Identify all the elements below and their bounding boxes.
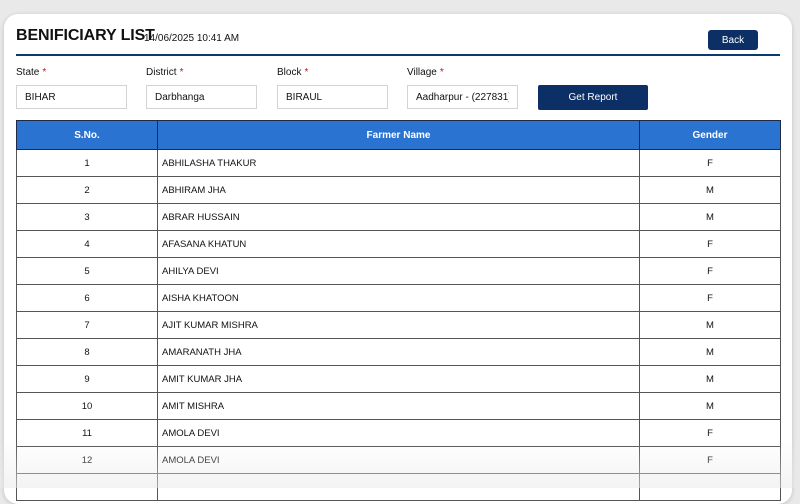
block-required-mark: * — [304, 67, 309, 78]
village-label-text: Village — [407, 67, 437, 78]
column-header-gender[interactable]: Gender — [639, 120, 781, 150]
cell-sno — [16, 473, 158, 501]
table-row[interactable]: 3 ABRAR HUSSAIN M — [16, 203, 781, 231]
table-row[interactable]: 12 AMOLA DEVI F — [16, 446, 781, 474]
cell-gender: F — [639, 284, 781, 312]
district-field[interactable] — [146, 85, 257, 109]
district-required-mark: * — [179, 67, 184, 78]
cell-gender: F — [639, 419, 781, 447]
page-title: BENIFICIARY LIST — [16, 27, 155, 44]
cell-sno: 3 — [16, 203, 158, 231]
table-row[interactable]: 11 AMOLA DEVI F — [16, 419, 781, 447]
village-required-mark: * — [439, 67, 444, 78]
district-label-text: District — [146, 67, 177, 78]
cell-sno: 4 — [16, 230, 158, 258]
cell-farmer-name: AMOLA DEVI — [157, 446, 640, 474]
village-label: Village * — [407, 67, 444, 78]
state-required-mark: * — [42, 67, 47, 78]
cell-sno: 7 — [16, 311, 158, 339]
cell-sno: 5 — [16, 257, 158, 285]
state-field[interactable] — [16, 85, 127, 109]
cell-farmer-name: AFASANA KHATUN — [157, 230, 640, 258]
block-field[interactable] — [277, 85, 388, 109]
cell-gender: F — [639, 149, 781, 177]
state-label-text: State — [16, 67, 40, 78]
cell-farmer-name: AMIT KUMAR JHA — [157, 365, 640, 393]
beneficiary-table: S.No. Farmer Name Gender 1 ABHILASHA THAK… — [16, 120, 781, 501]
cell-farmer-name: AMARANATH JHA — [157, 338, 640, 366]
cell-gender: M — [639, 203, 781, 231]
table-row[interactable]: 4 AFASANA KHATUN F — [16, 230, 781, 258]
table-row[interactable]: 1 ABHILASHA THAKUR F — [16, 149, 781, 177]
block-label: Block * — [277, 67, 308, 78]
cell-farmer-name: AHILYA DEVI — [157, 257, 640, 285]
cell-gender: F — [639, 446, 781, 474]
cell-gender: M — [639, 311, 781, 339]
page-header: BENIFICIARY LIST 14/06/2025 10:41 AM Bac… — [16, 24, 780, 56]
cell-sno: 9 — [16, 365, 158, 393]
column-header-sno[interactable]: S.No. — [16, 120, 158, 150]
cell-farmer-name — [157, 473, 640, 501]
cell-farmer-name: ABRAR HUSSAIN — [157, 203, 640, 231]
table-row[interactable]: 7 AJIT KUMAR MISHRA M — [16, 311, 781, 339]
cell-sno: 10 — [16, 392, 158, 420]
cell-sno: 12 — [16, 446, 158, 474]
cell-farmer-name: ABHIRAM JHA — [157, 176, 640, 204]
report-timestamp: 14/06/2025 10:41 AM — [144, 33, 240, 44]
cell-farmer-name: AISHA KHATOON — [157, 284, 640, 312]
cell-gender: M — [639, 176, 781, 204]
cell-gender — [639, 473, 781, 501]
table-row[interactable]: 2 ABHIRAM JHA M — [16, 176, 781, 204]
table-row[interactable]: 6 AISHA KHATOON F — [16, 284, 781, 312]
table-row[interactable]: 8 AMARANATH JHA M — [16, 338, 781, 366]
back-button[interactable]: Back — [708, 30, 758, 50]
block-label-text: Block — [277, 67, 302, 78]
table-row[interactable]: 9 AMIT KUMAR JHA M — [16, 365, 781, 393]
table-header-row: S.No. Farmer Name Gender — [16, 120, 781, 150]
cell-farmer-name: AMOLA DEVI — [157, 419, 640, 447]
cell-farmer-name: AJIT KUMAR MISHRA — [157, 311, 640, 339]
village-field[interactable] — [407, 85, 518, 109]
cell-gender: M — [639, 338, 781, 366]
table-row[interactable]: 10 AMIT MISHRA M — [16, 392, 781, 420]
cell-farmer-name: ABHILASHA THAKUR — [157, 149, 640, 177]
get-report-button[interactable]: Get Report — [538, 85, 648, 110]
cell-sno: 1 — [16, 149, 158, 177]
cell-farmer-name: AMIT MISHRA — [157, 392, 640, 420]
column-header-farmer-name[interactable]: Farmer Name — [157, 120, 640, 150]
cell-sno: 6 — [16, 284, 158, 312]
cell-gender: M — [639, 392, 781, 420]
beneficiary-table-container: S.No. Farmer Name Gender 1 ABHILASHA THAK… — [16, 120, 781, 501]
table-body: 1 ABHILASHA THAKUR F 2 ABHIRAM JHA M 3 ABRAR HU… — [16, 149, 781, 501]
cell-sno: 2 — [16, 176, 158, 204]
table-row[interactable] — [16, 473, 781, 501]
cell-gender: M — [639, 365, 781, 393]
cell-gender: F — [639, 230, 781, 258]
cell-gender: F — [639, 257, 781, 285]
district-label: District * — [146, 67, 183, 78]
cell-sno: 11 — [16, 419, 158, 447]
beneficiary-list-card: BENIFICIARY LIST 14/06/2025 10:41 AM Bac… — [4, 14, 792, 504]
table-row[interactable]: 5 AHILYA DEVI F — [16, 257, 781, 285]
cell-sno: 8 — [16, 338, 158, 366]
state-label: State * — [16, 67, 46, 78]
